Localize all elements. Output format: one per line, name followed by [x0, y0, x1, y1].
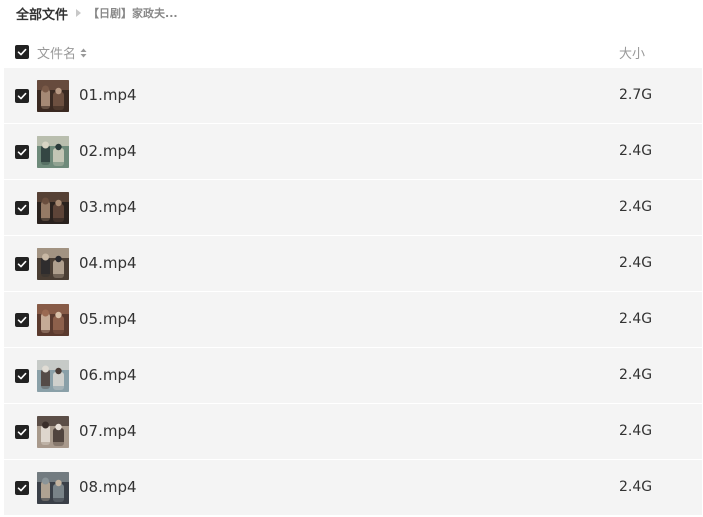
file-name[interactable]: 01.mp4 — [79, 86, 137, 104]
breadcrumb-current-folder: 【日剧】家政夫... — [88, 7, 178, 20]
file-list-page: 全部文件 【日剧】家政夫... 文件名 大小 01.mp4 2.7G 02.mp… — [0, 0, 703, 517]
video-thumbnail-image — [37, 304, 69, 336]
file-row[interactable]: 07.mp4 2.4G — [4, 404, 702, 460]
file-row[interactable]: 05.mp4 2.4G — [4, 292, 702, 348]
checkmark-icon — [17, 260, 27, 268]
checkmark-icon — [17, 316, 27, 324]
file-row[interactable]: 01.mp4 2.7G — [4, 68, 702, 124]
video-thumbnail-image — [37, 80, 69, 112]
select-all-checkbox[interactable] — [15, 45, 29, 59]
breadcrumb-separator-icon — [76, 9, 82, 17]
breadcrumb: 全部文件 【日剧】家政夫... — [16, 0, 178, 26]
sort-updown-icon[interactable] — [80, 48, 87, 58]
file-checkbox[interactable] — [15, 481, 29, 495]
breadcrumb-all-files[interactable]: 全部文件 — [16, 4, 68, 23]
file-row[interactable]: 08.mp4 2.4G — [4, 460, 702, 516]
file-name[interactable]: 08.mp4 — [79, 478, 137, 496]
file-checkbox[interactable] — [15, 257, 29, 271]
file-size: 2.4G — [619, 143, 653, 159]
video-thumbnail[interactable] — [37, 80, 69, 112]
file-checkbox[interactable] — [15, 425, 29, 439]
file-size: 2.4G — [619, 199, 653, 215]
file-name[interactable]: 05.mp4 — [79, 310, 137, 328]
file-checkbox[interactable] — [15, 201, 29, 215]
video-thumbnail[interactable] — [37, 416, 69, 448]
checkmark-icon — [17, 148, 27, 156]
column-header-name[interactable]: 文件名 — [37, 43, 87, 62]
file-size: 2.7G — [619, 87, 653, 103]
video-thumbnail[interactable] — [37, 360, 69, 392]
file-size: 2.4G — [619, 423, 653, 439]
list-header: 文件名 大小 — [0, 36, 703, 68]
file-size: 2.4G — [619, 367, 653, 383]
file-checkbox[interactable] — [15, 313, 29, 327]
checkmark-icon — [17, 204, 27, 212]
video-thumbnail[interactable] — [37, 192, 69, 224]
file-name[interactable]: 02.mp4 — [79, 142, 137, 160]
file-row[interactable]: 03.mp4 2.4G — [4, 180, 702, 236]
checkmark-icon — [17, 484, 27, 492]
file-size: 2.4G — [619, 255, 653, 271]
file-name[interactable]: 04.mp4 — [79, 254, 137, 272]
file-checkbox[interactable] — [15, 145, 29, 159]
video-thumbnail[interactable] — [37, 304, 69, 336]
video-thumbnail-image — [37, 136, 69, 168]
file-row[interactable]: 04.mp4 2.4G — [4, 236, 702, 292]
column-header-size[interactable]: 大小 — [619, 43, 645, 62]
video-thumbnail-image — [37, 472, 69, 504]
file-name[interactable]: 07.mp4 — [79, 422, 137, 440]
file-checkbox[interactable] — [15, 369, 29, 383]
file-row[interactable]: 02.mp4 2.4G — [4, 124, 702, 180]
video-thumbnail-image — [37, 360, 69, 392]
file-name[interactable]: 03.mp4 — [79, 198, 137, 216]
checkmark-icon — [17, 48, 27, 56]
checkmark-icon — [17, 428, 27, 436]
video-thumbnail[interactable] — [37, 248, 69, 280]
file-row[interactable]: 06.mp4 2.4G — [4, 348, 702, 404]
file-name[interactable]: 06.mp4 — [79, 366, 137, 384]
file-checkbox[interactable] — [15, 89, 29, 103]
file-size: 2.4G — [619, 479, 653, 495]
video-thumbnail-image — [37, 192, 69, 224]
column-header-name-label: 文件名 — [37, 47, 77, 62]
video-thumbnail-image — [37, 248, 69, 280]
video-thumbnail-image — [37, 416, 69, 448]
file-list: 01.mp4 2.7G 02.mp4 2.4G 03.mp4 2.4G 04.m… — [4, 68, 702, 516]
file-size: 2.4G — [619, 311, 653, 327]
video-thumbnail[interactable] — [37, 472, 69, 504]
checkmark-icon — [17, 372, 27, 380]
video-thumbnail[interactable] — [37, 136, 69, 168]
checkmark-icon — [17, 92, 27, 100]
